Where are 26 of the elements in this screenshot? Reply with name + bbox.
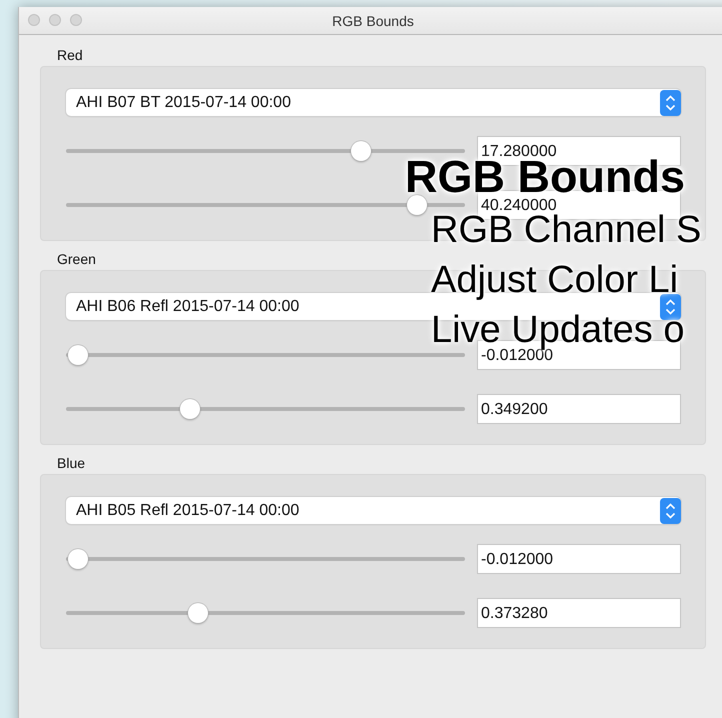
value-field[interactable]: -0.012000 xyxy=(477,544,681,574)
close-button[interactable] xyxy=(28,14,40,26)
minimize-button[interactable] xyxy=(49,14,61,26)
slider-thumb[interactable] xyxy=(180,399,200,419)
slider[interactable] xyxy=(66,141,465,161)
slider[interactable] xyxy=(66,399,465,419)
slider-thumb[interactable] xyxy=(188,603,208,623)
slider[interactable] xyxy=(66,195,465,215)
window-title: RGB Bounds xyxy=(332,12,414,28)
slider[interactable] xyxy=(66,603,465,623)
dropdown-arrows-icon xyxy=(660,498,681,524)
slider[interactable] xyxy=(66,549,465,569)
slider-thumb[interactable] xyxy=(68,549,88,569)
slider[interactable] xyxy=(66,345,465,365)
source-dropdown[interactable]: AHI B05 Refl 2015-07-14 00:00 xyxy=(66,497,681,524)
source-dropdown[interactable]: AHI B07 BT 2015-07-14 00:00 xyxy=(66,89,681,116)
zoom-button[interactable] xyxy=(70,14,82,26)
group-label: Red xyxy=(57,47,83,63)
slider-thumb[interactable] xyxy=(351,141,372,161)
value-field[interactable]: 0.373280 xyxy=(477,598,681,628)
group-label: Green xyxy=(57,251,96,267)
slider-thumb[interactable] xyxy=(407,195,428,215)
slider-thumb[interactable] xyxy=(68,345,88,365)
dropdown-arrows-icon xyxy=(660,90,681,116)
value-field[interactable]: 0.349200 xyxy=(477,394,681,424)
group-label: Blue xyxy=(57,455,86,471)
